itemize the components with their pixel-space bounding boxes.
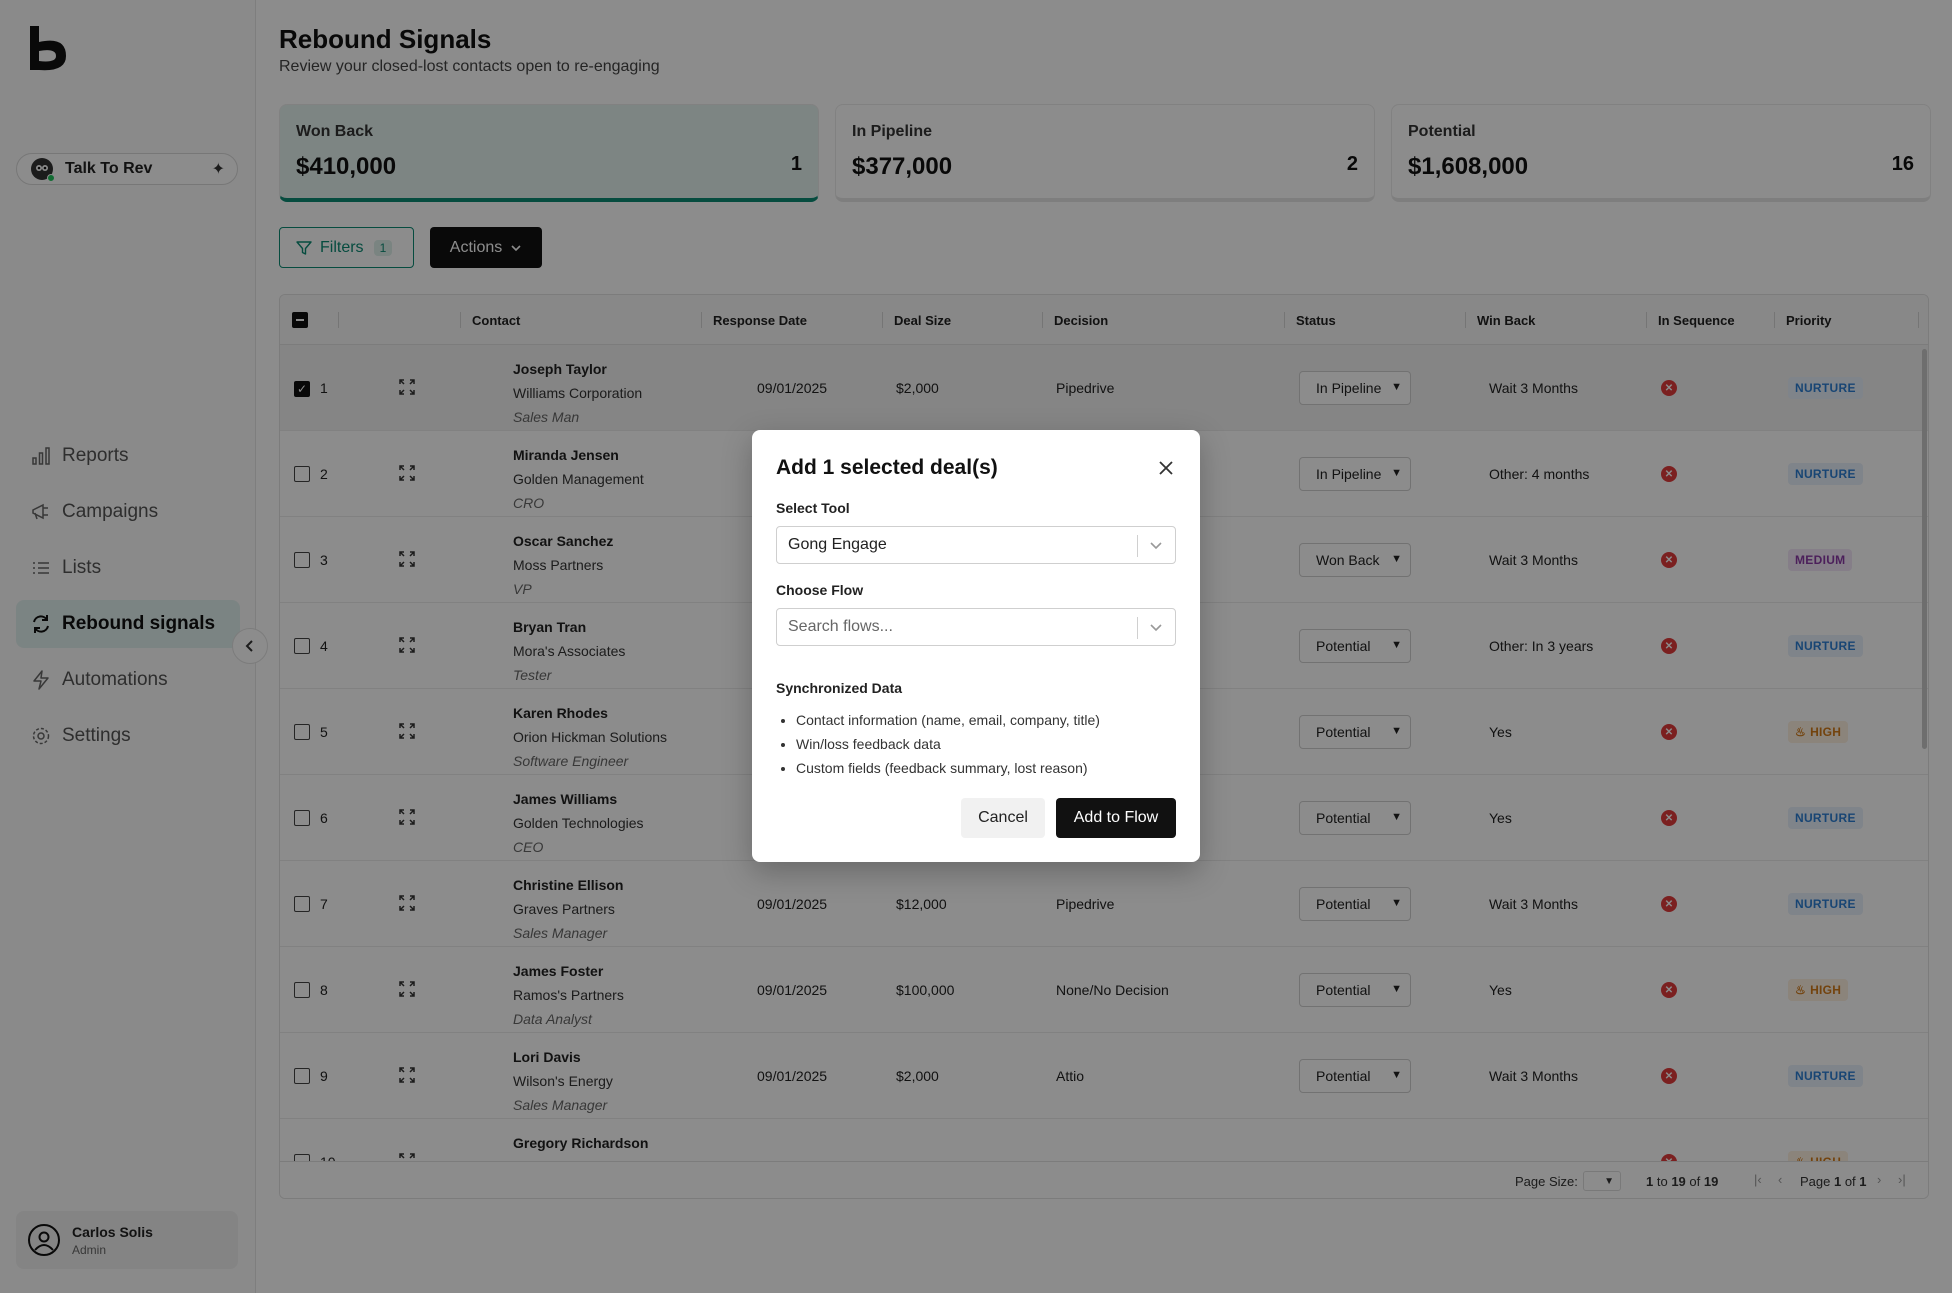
list-item: Custom fields (feedback summary, lost re… — [796, 756, 1100, 780]
choose-flow-label: Choose Flow — [776, 582, 864, 598]
select-tool-value: Gong Engage — [788, 536, 887, 553]
select-tool-label: Select Tool — [776, 500, 850, 516]
add-to-flow-dialog: Add 1 selected deal(s) Select Tool Gong … — [752, 430, 1200, 862]
chevron-down-icon — [1150, 542, 1162, 550]
search-flows-input[interactable] — [788, 618, 1128, 636]
add-to-flow-button[interactable]: Add to Flow — [1056, 798, 1176, 838]
list-item: Contact information (name, email, compan… — [796, 708, 1100, 732]
chevron-down-icon — [1150, 624, 1162, 632]
close-icon[interactable] — [1154, 456, 1178, 480]
select-tool-dropdown[interactable]: Gong Engage — [776, 526, 1176, 564]
cancel-button[interactable]: Cancel — [961, 798, 1045, 838]
dialog-title: Add 1 selected deal(s) — [776, 456, 998, 479]
synchronized-data-heading: Synchronized Data — [776, 680, 903, 696]
list-item: Win/loss feedback data — [796, 732, 1100, 756]
synchronized-data-list: Contact information (name, email, compan… — [796, 708, 1100, 780]
choose-flow-dropdown[interactable] — [776, 608, 1176, 646]
